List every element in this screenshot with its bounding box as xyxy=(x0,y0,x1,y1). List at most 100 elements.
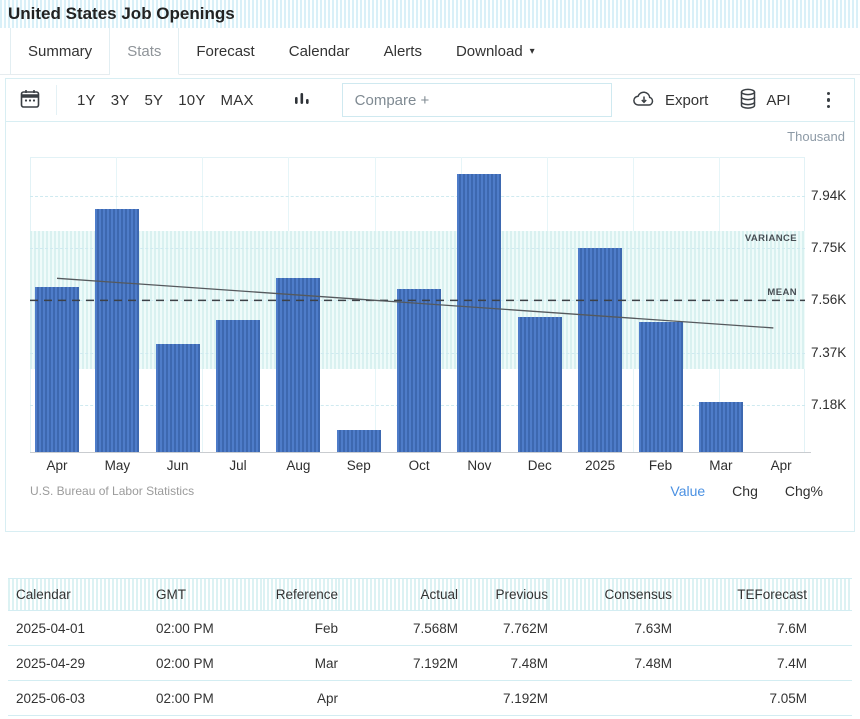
cell-previous: 7.192M xyxy=(458,681,548,716)
column-header-calendar: Calendar xyxy=(8,579,148,611)
cell-actual: 7.568M xyxy=(338,611,458,646)
chart-bar[interactable] xyxy=(639,322,683,452)
api-button[interactable]: API xyxy=(738,87,790,114)
cell-consensus: 7.48M xyxy=(548,646,672,681)
chart-region: Thousand U.S. Bureau of Labor Statistics… xyxy=(6,122,854,531)
mode-value[interactable]: Value xyxy=(670,483,705,499)
cell-teforecast: 7.4M xyxy=(672,646,852,681)
cell-consensus xyxy=(548,681,672,716)
x-axis-label: Nov xyxy=(447,458,511,473)
column-header-teforecast: TEForecast xyxy=(672,579,852,611)
mean-label: MEAN xyxy=(767,287,797,298)
tab-bar: Summary Stats Forecast Calendar Alerts Downlo… xyxy=(0,28,860,75)
chart-bar[interactable] xyxy=(276,278,320,452)
table-row[interactable]: 2025-04-2902:00 PMMar7.192M7.48M7.48M7.4… xyxy=(8,646,852,681)
y-axis-label: 7.94K xyxy=(811,188,846,203)
chart-card: 1Y 3Y 5Y 10Y MAX xyxy=(5,78,855,532)
chart-bar[interactable] xyxy=(95,209,139,452)
chart-bar[interactable] xyxy=(337,430,381,452)
tab-alerts[interactable]: Alerts xyxy=(367,28,439,74)
cell-gmt: 02:00 PM xyxy=(148,646,263,681)
tab-calendar[interactable]: Calendar xyxy=(272,28,367,74)
range-10y[interactable]: 10Y xyxy=(178,92,205,109)
mode-chgpct[interactable]: Chg% xyxy=(785,483,823,499)
cell-previous: 7.48M xyxy=(458,646,548,681)
chart-footer: U.S. Bureau of Labor Statistics Value Chg… xyxy=(30,483,823,499)
page-title: United States Job Openings xyxy=(8,4,235,23)
cell-actual xyxy=(338,681,458,716)
y-axis-label: 7.18K xyxy=(811,397,846,412)
table-row[interactable]: 2025-06-0302:00 PMApr 7.192M 7.05M xyxy=(8,681,852,716)
compare-input[interactable] xyxy=(342,83,612,117)
tab-stats[interactable]: Stats xyxy=(110,28,179,75)
calendar-table-head: CalendarGMTReferenceActualPreviousConsen… xyxy=(8,579,852,611)
kebab-menu-icon xyxy=(827,92,831,96)
chart-bar[interactable] xyxy=(35,287,79,452)
x-axis-line xyxy=(30,452,811,453)
x-axis-label: Mar xyxy=(689,458,753,473)
chart-bar[interactable] xyxy=(216,320,260,452)
tab-label: Stats xyxy=(127,43,161,60)
cell-previous: 7.762M xyxy=(458,611,548,646)
chart-toolbar: 1Y 3Y 5Y 10Y MAX xyxy=(6,79,854,122)
x-axis-label: Aug xyxy=(266,458,330,473)
page: United States Job Openings Summary Stats F… xyxy=(0,0,860,719)
column-header-previous: Previous xyxy=(458,579,548,611)
column-header-actual: Actual xyxy=(338,579,458,611)
export-label: Export xyxy=(665,92,708,109)
chart-bar[interactable] xyxy=(518,317,562,452)
calendar-button[interactable] xyxy=(18,87,42,114)
tab-label: Download xyxy=(456,43,523,60)
page-title-bar: United States Job Openings xyxy=(0,0,860,28)
chart-bar[interactable] xyxy=(397,289,441,452)
cell-calendar: 2025-06-03 xyxy=(8,681,148,716)
x-axis-label: Sep xyxy=(327,458,391,473)
cell-gmt: 02:00 PM xyxy=(148,681,263,716)
compare-box xyxy=(342,83,612,117)
range-5y[interactable]: 5Y xyxy=(145,92,164,109)
calendar-icon xyxy=(18,87,42,114)
tab-summary[interactable]: Summary xyxy=(10,28,110,74)
chart-bar[interactable] xyxy=(156,344,200,452)
cell-reference: Apr xyxy=(263,681,338,716)
database-icon xyxy=(738,87,758,114)
horizontal-gridline xyxy=(30,248,805,249)
cell-actual: 7.192M xyxy=(338,646,458,681)
cell-teforecast: 7.05M xyxy=(672,681,852,716)
chart-bar[interactable] xyxy=(578,248,622,452)
tab-label: Calendar xyxy=(289,43,350,60)
chart-type-button[interactable] xyxy=(292,89,312,112)
calendar-table: CalendarGMTReferenceActualPreviousConsen… xyxy=(8,578,852,716)
tab-label: Summary xyxy=(28,43,92,60)
range-3y[interactable]: 3Y xyxy=(111,92,130,109)
x-axis-label: Feb xyxy=(629,458,693,473)
y-axis-label: 7.37K xyxy=(811,345,846,360)
variance-label: VARIANCE xyxy=(745,233,797,244)
cell-gmt: 02:00 PM xyxy=(148,611,263,646)
y-axis-label: 7.75K xyxy=(811,240,846,255)
cell-teforecast: 7.6M xyxy=(672,611,852,646)
y-axis-unit-label: Thousand xyxy=(787,129,845,144)
x-axis-label: May xyxy=(85,458,149,473)
chevron-down-icon: ▾ xyxy=(530,46,535,57)
table-row[interactable]: 2025-04-0102:00 PMFeb7.568M7.762M7.63M7.… xyxy=(8,611,852,646)
horizontal-gridline xyxy=(30,196,805,197)
more-options-button[interactable] xyxy=(821,90,837,111)
x-axis-label: Dec xyxy=(508,458,572,473)
tab-download[interactable]: Download ▾ xyxy=(439,28,552,74)
range-max[interactable]: MAX xyxy=(221,92,254,109)
export-button[interactable]: Export xyxy=(631,88,708,113)
chart-bar[interactable] xyxy=(457,174,501,452)
cell-reference: Feb xyxy=(263,611,338,646)
chart-bar[interactable] xyxy=(699,402,743,452)
x-axis-label: Jun xyxy=(146,458,210,473)
tab-label: Alerts xyxy=(384,43,422,60)
mode-chg[interactable]: Chg xyxy=(732,483,758,499)
range-1y[interactable]: 1Y xyxy=(77,92,96,109)
x-axis-label: Apr xyxy=(25,458,89,473)
tab-label: Forecast xyxy=(196,43,254,60)
source-attribution: U.S. Bureau of Labor Statistics xyxy=(30,484,194,498)
tab-forecast[interactable]: Forecast xyxy=(179,28,271,74)
cell-reference: Mar xyxy=(263,646,338,681)
x-axis-label: Oct xyxy=(387,458,451,473)
